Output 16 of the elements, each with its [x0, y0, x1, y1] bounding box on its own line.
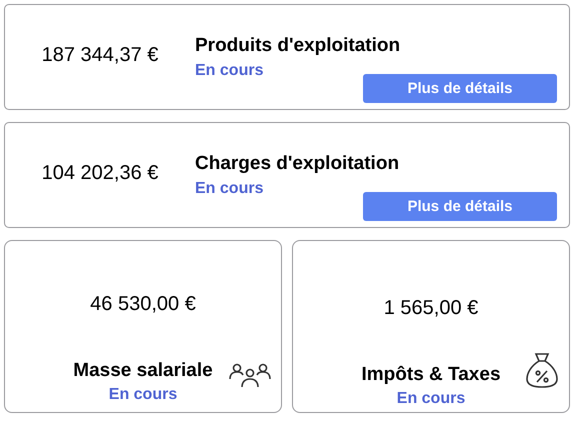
amount: 1 565,00 € — [384, 297, 478, 320]
status-label: En cours — [108, 386, 178, 404]
amount: 187 344,37 € — [42, 44, 158, 66]
card-title: Produits d'exploitation — [195, 35, 400, 57]
status-label: En cours — [195, 180, 264, 198]
status-label: En cours — [195, 62, 264, 80]
details-button[interactable]: Plus de détails — [363, 192, 557, 221]
card-title: Impôts & Taxes — [361, 364, 501, 386]
money-bag-icon — [525, 352, 559, 388]
card-title: Masse salariale — [73, 360, 213, 382]
status-label: En cours — [396, 390, 466, 408]
details-button[interactable]: Plus de détails — [363, 74, 557, 103]
amount: 104 202,36 € — [42, 162, 158, 184]
card-title: Charges d'exploitation — [195, 153, 400, 175]
people-icon — [229, 362, 271, 388]
amount: 46 530,00 € — [90, 293, 196, 316]
